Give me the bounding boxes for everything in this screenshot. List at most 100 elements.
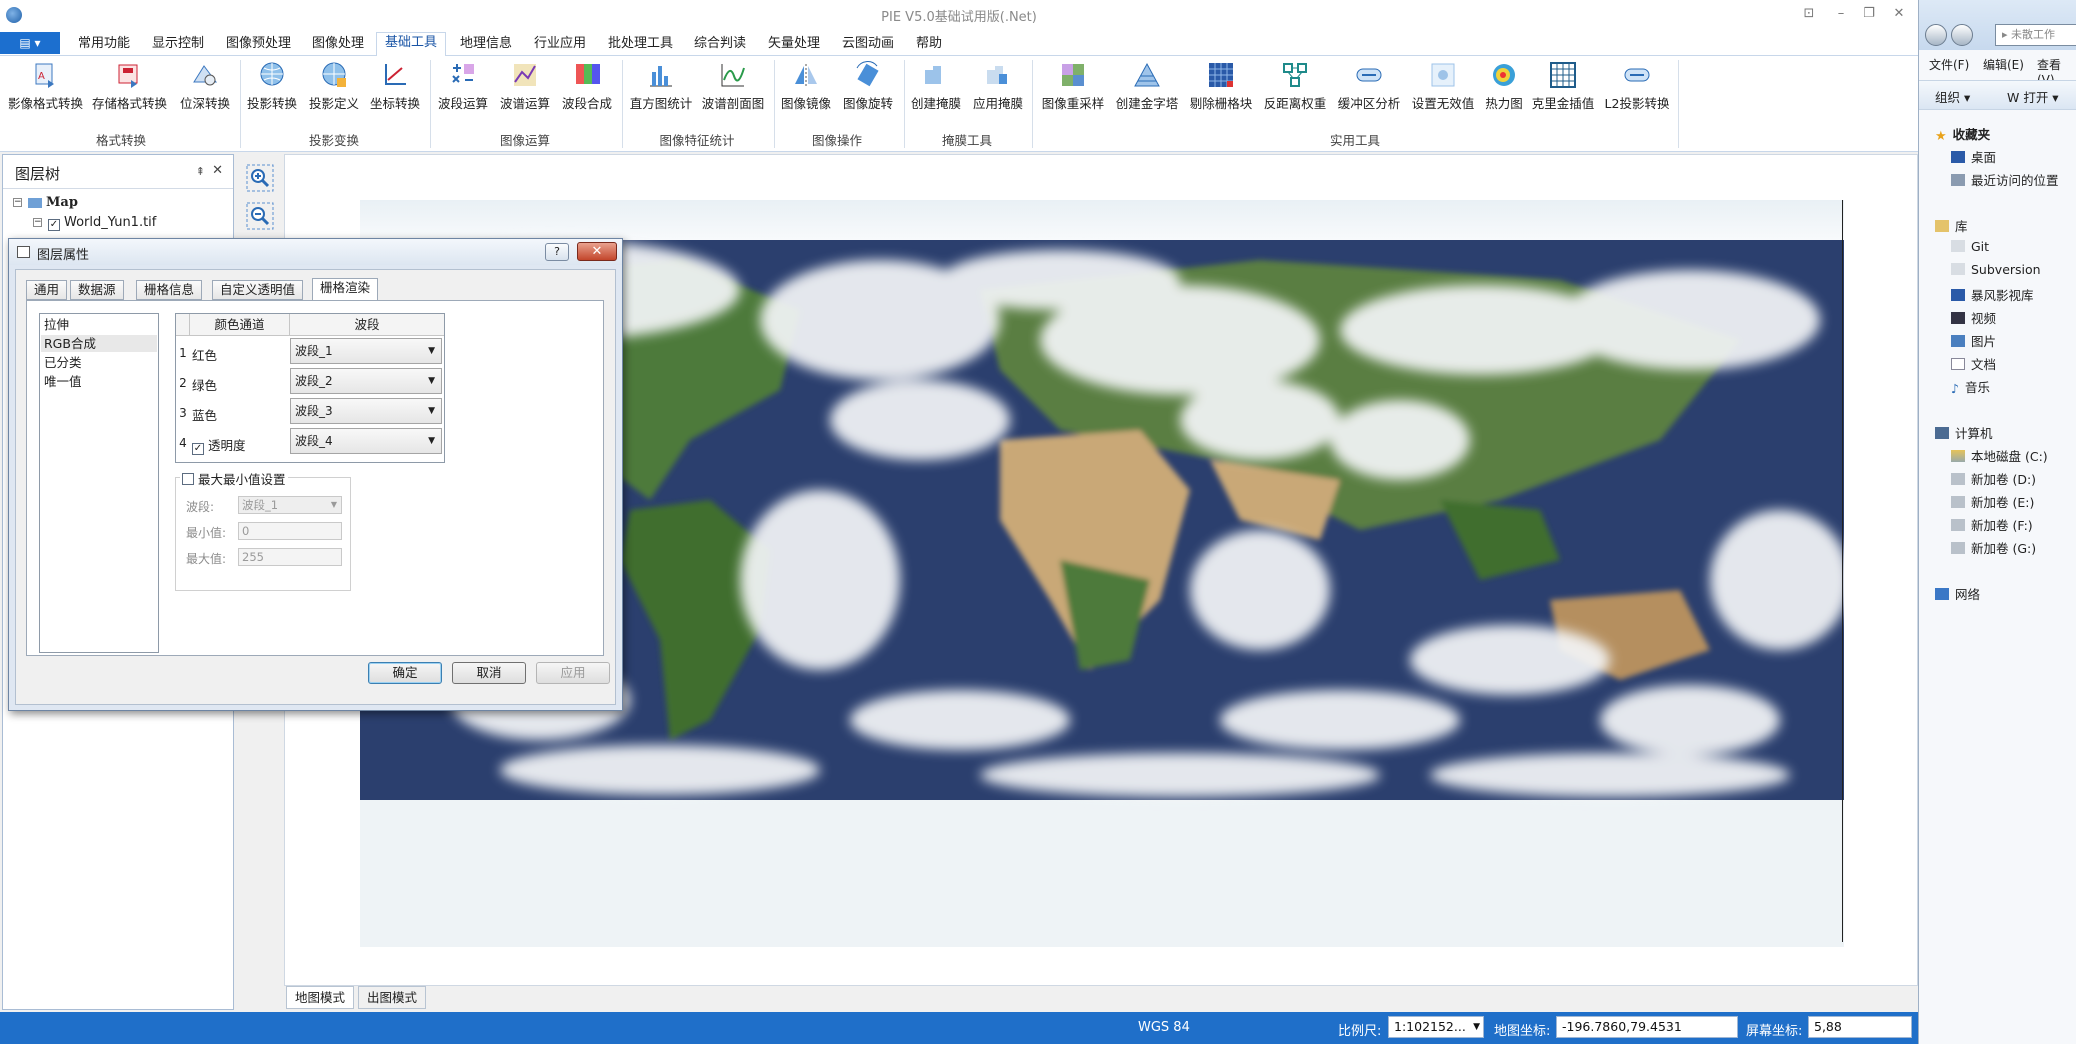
- band-composite-button[interactable]: 波段合成: [560, 60, 614, 120]
- favorite-desktop[interactable]: 桌面: [1951, 147, 1996, 166]
- create-pyramid-button[interactable]: 创建金字塔: [1114, 60, 1180, 120]
- zoom-in-icon[interactable]: [246, 164, 274, 192]
- spectral-profile-button[interactable]: 波谱剖面图: [700, 60, 766, 120]
- tab-map-mode[interactable]: 地图模式: [286, 986, 355, 1009]
- image-format-convert-button[interactable]: A 影像格式转换: [8, 60, 83, 120]
- tab-preprocess[interactable]: 图像预处理: [218, 34, 299, 56]
- dtab-custom-transparency[interactable]: 自定义透明值: [212, 280, 304, 300]
- drive-e[interactable]: 新加卷 (E:): [1951, 492, 2034, 511]
- cancel-button[interactable]: 取消: [452, 662, 526, 684]
- layer-visibility-checkbox[interactable]: ✓: [48, 219, 60, 231]
- favorite-recent[interactable]: 最近访问的位置: [1951, 170, 2059, 189]
- projection-convert-button[interactable]: 投影转换: [246, 60, 298, 120]
- favorites-header[interactable]: ★ 收藏夹: [1935, 124, 1990, 144]
- coordinate-convert-button[interactable]: 坐标转换: [368, 60, 422, 120]
- band-select-red[interactable]: 波段_1 ▼: [290, 338, 442, 364]
- minmax-toggle[interactable]: 最大最小值设置: [180, 469, 288, 488]
- help-button[interactable]: ?: [545, 243, 569, 261]
- render-type-classified[interactable]: 已分类: [44, 354, 82, 371]
- library-subversion[interactable]: Subversion: [1951, 262, 2041, 277]
- idw-button[interactable]: 反距离权重: [1262, 60, 1328, 120]
- tab-image-processing[interactable]: 图像处理: [304, 34, 372, 56]
- projection-define-button[interactable]: 投影定义: [308, 60, 360, 120]
- ribbon-toggle-icon[interactable]: ⊡: [1798, 4, 1820, 24]
- remove-raster-block-button[interactable]: 剔除栅格块: [1188, 60, 1254, 120]
- band-math-button[interactable]: 波段运算: [436, 60, 490, 120]
- apply-mask-button[interactable]: 应用掩膜: [972, 60, 1024, 120]
- minmax-checkbox[interactable]: [182, 473, 194, 485]
- tree-node-layer[interactable]: − ✓ World_Yun1.tif: [33, 215, 156, 231]
- zoom-out-icon[interactable]: [246, 202, 274, 230]
- tab-batch[interactable]: 批处理工具: [600, 34, 681, 56]
- dtab-datasource[interactable]: 数据源: [70, 280, 124, 300]
- render-type-stretch[interactable]: 拉伸: [44, 316, 69, 333]
- resample-button[interactable]: 图像重采样: [1040, 60, 1106, 120]
- explorer-address-bar[interactable]: ▸ 未散工作: [1995, 24, 2076, 46]
- set-nodata-button[interactable]: 设置无效值: [1410, 60, 1476, 120]
- minmax-max-input[interactable]: 255: [238, 548, 342, 566]
- open-button[interactable]: W 打开 ▾: [2007, 87, 2059, 106]
- band-select-alpha[interactable]: 波段_4 ▼: [290, 428, 442, 454]
- app-menu-button[interactable]: ▤ ▾: [0, 32, 60, 54]
- tab-common[interactable]: 常用功能: [70, 34, 138, 56]
- menu-file[interactable]: 文件(F): [1929, 56, 1969, 73]
- library-documents[interactable]: 文档: [1951, 354, 1996, 373]
- library-header[interactable]: 库: [1935, 216, 1968, 235]
- tab-cloud-animation[interactable]: 云图动画: [834, 34, 902, 56]
- dialog-title-bar[interactable]: 图层属性 ? ✕: [9, 239, 622, 265]
- tab-vector[interactable]: 矢量处理: [760, 34, 828, 56]
- tab-industry[interactable]: 行业应用: [526, 34, 594, 56]
- close-panel-icon[interactable]: ✕: [212, 163, 223, 178]
- channel-alpha[interactable]: ✓ 透明度: [192, 435, 246, 455]
- menu-edit[interactable]: 编辑(E): [1983, 56, 2024, 73]
- drive-f[interactable]: 新加卷 (F:): [1951, 515, 2033, 534]
- dtab-general[interactable]: 通用: [26, 280, 68, 300]
- restore-button[interactable]: ❐: [1858, 4, 1880, 24]
- tab-layout-mode[interactable]: 出图模式: [358, 986, 427, 1009]
- render-type-rgb[interactable]: RGB合成: [41, 335, 157, 352]
- alpha-checkbox[interactable]: ✓: [192, 443, 204, 455]
- image-mirror-button[interactable]: 图像镜像: [780, 60, 832, 120]
- minmax-min-input[interactable]: 0: [238, 522, 342, 540]
- bit-depth-convert-button[interactable]: 位深转换: [176, 60, 234, 120]
- band-select-blue[interactable]: 波段_3 ▼: [290, 398, 442, 424]
- library-git[interactable]: Git: [1951, 239, 1989, 254]
- pin-icon[interactable]: ⇞: [196, 165, 205, 178]
- drive-d[interactable]: 新加卷 (D:): [1951, 469, 2036, 488]
- library-music[interactable]: ♪ 音乐: [1951, 377, 1990, 396]
- computer-header[interactable]: 计算机: [1935, 423, 1993, 442]
- library-baofeng[interactable]: 暴风影视库: [1951, 285, 2034, 304]
- collapse-icon[interactable]: −: [13, 198, 22, 207]
- create-mask-button[interactable]: 创建掩膜: [910, 60, 962, 120]
- network-item[interactable]: 网络: [1935, 584, 1980, 603]
- band-select-green[interactable]: 波段_2 ▼: [290, 368, 442, 394]
- tree-node-map[interactable]: − Map: [13, 195, 78, 210]
- l2-projection-button[interactable]: L2投影转换: [1604, 60, 1670, 120]
- dtab-raster-render[interactable]: 栅格渲染: [312, 278, 379, 301]
- tab-basic-tools[interactable]: 基础工具: [376, 32, 447, 57]
- close-dialog-button[interactable]: ✕: [577, 242, 617, 261]
- tab-interpretation[interactable]: 综合判读: [686, 34, 754, 56]
- histogram-stats-button[interactable]: 直方图统计: [628, 60, 694, 120]
- tab-display[interactable]: 显示控制: [144, 34, 212, 56]
- storage-format-convert-button[interactable]: 存储格式转换: [92, 60, 167, 120]
- collapse-icon[interactable]: −: [33, 218, 42, 227]
- library-videos[interactable]: 视频: [1951, 308, 1996, 327]
- close-window-button[interactable]: ✕: [1888, 4, 1910, 24]
- tab-geo-info[interactable]: 地理信息: [452, 34, 520, 56]
- tab-help[interactable]: 帮助: [908, 34, 950, 56]
- image-rotate-button[interactable]: 图像旋转: [842, 60, 894, 120]
- buffer-analysis-button[interactable]: 缓冲区分析: [1336, 60, 1402, 120]
- organize-button[interactable]: 组织 ▾: [1935, 87, 1970, 106]
- drive-c[interactable]: 本地磁盘 (C:): [1951, 446, 2048, 465]
- forward-button[interactable]: [1951, 24, 1973, 46]
- drive-g[interactable]: 新加卷 (G:): [1951, 538, 2036, 557]
- library-pictures[interactable]: 图片: [1951, 331, 1996, 350]
- dtab-raster-info[interactable]: 栅格信息: [136, 280, 203, 300]
- back-button[interactable]: [1925, 24, 1947, 46]
- minimize-button[interactable]: –: [1830, 4, 1852, 24]
- scale-select[interactable]: 1:102152... ▼: [1388, 1016, 1484, 1038]
- spectral-math-button[interactable]: 波谱运算: [498, 60, 552, 120]
- render-type-unique[interactable]: 唯一值: [44, 373, 82, 390]
- heatmap-button[interactable]: 热力图: [1482, 60, 1526, 120]
